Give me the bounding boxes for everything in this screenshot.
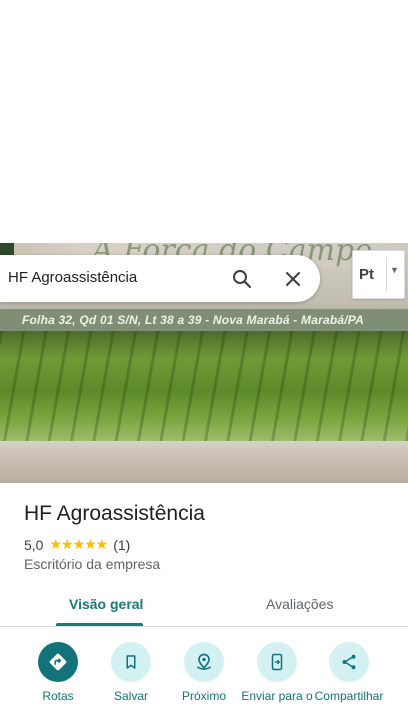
place-title: HF Agroassistência xyxy=(24,502,205,525)
tab-divider xyxy=(0,626,408,627)
photo-crop-field xyxy=(0,331,408,441)
tab-reviews[interactable]: Avaliações xyxy=(266,596,333,612)
search-input[interactable]: HF Agroassistência xyxy=(8,269,137,286)
directions-label: Rotas xyxy=(42,689,74,703)
search-bar[interactable]: HF Agroassistência xyxy=(0,255,320,302)
chevron-down-icon[interactable]: ▼ xyxy=(390,265,399,275)
share-label: Compartilhar xyxy=(314,689,384,703)
star-rating-icon: ★★★★★ xyxy=(49,536,108,552)
nearby-label: Próximo xyxy=(181,689,226,703)
save-button[interactable]: Salvar xyxy=(91,642,171,703)
language-selector[interactable]: Pt ▼ xyxy=(352,250,405,299)
language-divider xyxy=(386,257,387,292)
nearby-button[interactable]: Próximo xyxy=(164,642,244,703)
rating-value: 5,0 xyxy=(24,536,44,553)
directions-icon[interactable] xyxy=(38,642,78,682)
review-count[interactable]: (1) xyxy=(113,537,130,553)
tab-overview[interactable]: Visão geral xyxy=(69,596,143,612)
nearby-icon[interactable] xyxy=(184,642,224,682)
share-icon[interactable] xyxy=(329,642,369,682)
send-to-phone-button[interactable]: Enviar para o xyxy=(237,642,317,703)
share-button[interactable]: Compartilhar xyxy=(309,642,389,703)
directions-button[interactable]: Rotas xyxy=(18,642,98,703)
photo-address-text: Folha 32, Qd 01 S/N, Lt 38 a 39 - Nova M… xyxy=(22,313,364,327)
send-to-phone-icon[interactable] xyxy=(257,642,297,682)
save-label: Salvar xyxy=(113,689,148,703)
search-icon[interactable] xyxy=(230,267,254,291)
send-to-phone-label: Enviar para o xyxy=(241,689,313,703)
close-icon[interactable] xyxy=(281,267,305,291)
bookmark-icon[interactable] xyxy=(111,642,151,682)
photo-ground xyxy=(0,441,408,483)
rating-row[interactable]: 5,0 ★★★★★ (1) xyxy=(24,536,130,553)
place-category[interactable]: Escritório da empresa xyxy=(24,556,160,572)
language-label: Pt xyxy=(359,266,374,283)
